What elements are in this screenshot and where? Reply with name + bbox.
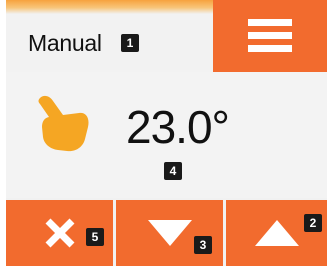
increase-button[interactable]	[226, 200, 327, 266]
thermostat-screen: Manual 23.0° 1 2 3 4 5	[6, 0, 327, 266]
hand-icon	[38, 95, 89, 152]
callout-badge-1: 1	[121, 34, 139, 52]
triangle-down-icon	[147, 220, 192, 246]
close-icon	[45, 218, 74, 248]
hamburger-menu-icon	[248, 19, 292, 53]
callout-badge-3: 3	[194, 236, 212, 254]
triangle-up-icon	[254, 220, 299, 246]
decrease-button[interactable]	[116, 200, 223, 266]
callout-badge-2: 2	[304, 214, 322, 232]
menu-button[interactable]	[213, 0, 327, 72]
header: Manual	[6, 0, 327, 72]
header-glow	[6, 0, 213, 14]
callout-badge-5: 5	[86, 228, 104, 246]
temperature-display: 23.0°	[126, 101, 230, 153]
mode-label: Manual	[28, 30, 102, 56]
button-bar	[6, 200, 327, 266]
callout-badge-4: 4	[164, 162, 182, 180]
